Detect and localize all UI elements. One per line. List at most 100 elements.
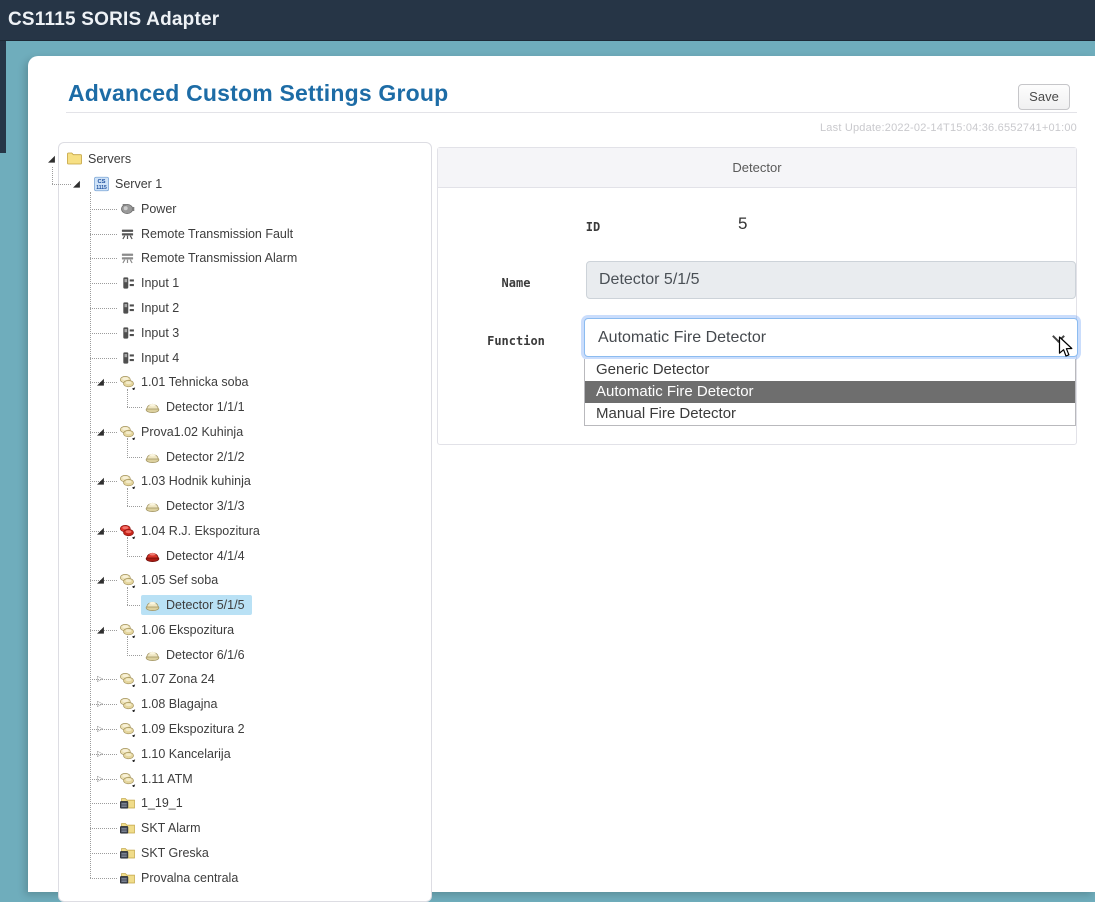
page-title: Advanced Custom Settings Group bbox=[68, 80, 448, 107]
tree-item[interactable]: ◢ Servers bbox=[44, 147, 424, 172]
function-option[interactable]: Manual Fire Detector bbox=[585, 403, 1075, 425]
tree-item[interactable]: Remote Transmission Alarm bbox=[44, 246, 424, 271]
tree-item[interactable]: Detector 2/1/2 bbox=[44, 444, 424, 469]
tree-item[interactable]: 1_19_1 bbox=[44, 791, 424, 816]
tree-connector bbox=[90, 779, 117, 780]
tree-item-label: Prova1.02 Kuhinja bbox=[141, 425, 243, 439]
tree-item-label: Detector 2/1/2 bbox=[166, 450, 245, 464]
tree-item[interactable]: ▷ 1.10 Kancelarija bbox=[44, 741, 424, 766]
tree-node[interactable]: Detector 6/1/6 bbox=[141, 645, 252, 665]
function-dropdown-list: Generic DetectorAutomatic Fire DetectorM… bbox=[584, 359, 1076, 426]
tree-node[interactable]: 1.01 Tehnicka soba bbox=[116, 372, 256, 392]
tree-item-label: Detector 1/1/1 bbox=[166, 400, 245, 414]
tree-item[interactable]: Input 1 bbox=[44, 271, 424, 296]
tree-item[interactable]: ◢ 1.05 Sef soba bbox=[44, 568, 424, 593]
tree-node[interactable]: SKT Greska bbox=[116, 843, 216, 863]
tree-item[interactable]: Detector 1/1/1 bbox=[44, 395, 424, 420]
tree-node[interactable]: 1.06 Ekspozitura bbox=[116, 620, 241, 640]
tree-item[interactable]: Detector 3/1/3 bbox=[44, 494, 424, 519]
tree-item[interactable]: ◢ 1.03 Hodnik kuhinja bbox=[44, 469, 424, 494]
expand-toggle-icon[interactable]: ▷ bbox=[97, 675, 103, 683]
tree-node[interactable]: CS1115Server 1 bbox=[90, 174, 169, 194]
tree-node[interactable]: 1.07 Zona 24 bbox=[116, 669, 222, 689]
tree-node[interactable]: 1.09 Ekspozitura 2 bbox=[116, 719, 252, 739]
collapse-toggle-icon[interactable]: ◢ bbox=[48, 155, 55, 164]
tree-node[interactable]: Input 2 bbox=[116, 298, 186, 318]
tree-node[interactable]: Detector 4/1/4 bbox=[141, 546, 252, 566]
name-input[interactable] bbox=[586, 261, 1076, 299]
tree-item-label: Remote Transmission Fault bbox=[141, 227, 293, 241]
tree-connector bbox=[90, 878, 117, 879]
tree-item-label: 1.09 Ekspozitura 2 bbox=[141, 722, 245, 736]
collapse-toggle-icon[interactable]: ◢ bbox=[97, 526, 104, 535]
tree-node[interactable]: Input 3 bbox=[116, 323, 186, 343]
tree-node[interactable]: Provalna centrala bbox=[116, 868, 245, 888]
function-option[interactable]: Automatic Fire Detector bbox=[585, 381, 1075, 403]
tree-item-label: 1.03 Hodnik kuhinja bbox=[141, 474, 251, 488]
tree-item[interactable]: ▷ 1.11 ATM bbox=[44, 766, 424, 791]
tree-item-label: 1.05 Sef soba bbox=[141, 573, 218, 587]
collapse-toggle-icon[interactable]: ◢ bbox=[97, 378, 104, 387]
expand-toggle-icon[interactable]: ▷ bbox=[97, 700, 103, 708]
tree-node[interactable]: Input 1 bbox=[116, 273, 186, 293]
tree-item[interactable]: ▷ 1.08 Blagajna bbox=[44, 692, 424, 717]
tree-node[interactable]: Remote Transmission Alarm bbox=[116, 248, 304, 268]
tree-connector bbox=[52, 184, 71, 185]
tree-node[interactable]: 1.04 R.J. Ekspozitura bbox=[116, 521, 267, 541]
function-select[interactable]: Automatic Fire Detector bbox=[584, 318, 1078, 357]
tree-item[interactable]: ◢ 1.06 Ekspozitura bbox=[44, 618, 424, 643]
tree-node[interactable]: Detector 1/1/1 bbox=[141, 397, 252, 417]
tree-item[interactable]: Provalna centrala bbox=[44, 865, 424, 890]
tree-item[interactable]: Power bbox=[44, 197, 424, 222]
tree-node[interactable]: Remote Transmission Fault bbox=[116, 224, 300, 244]
expand-toggle-icon[interactable]: ▷ bbox=[97, 750, 103, 758]
save-button[interactable]: Save bbox=[1018, 84, 1070, 110]
tree-node[interactable]: 1.11 ATM bbox=[116, 769, 200, 789]
tree-node[interactable]: 1.08 Blagajna bbox=[116, 694, 224, 714]
tree-node[interactable]: 1.03 Hodnik kuhinja bbox=[116, 471, 258, 491]
tree-item[interactable]: SKT Greska bbox=[44, 840, 424, 865]
collapse-toggle-icon[interactable]: ◢ bbox=[97, 477, 104, 486]
tree-node[interactable]: Power bbox=[116, 199, 183, 219]
tree-node[interactable]: Servers bbox=[63, 149, 138, 169]
detector-icon bbox=[144, 498, 161, 514]
tree-item[interactable]: ▷ 1.09 Ekspozitura 2 bbox=[44, 717, 424, 742]
detector-icon bbox=[144, 597, 161, 613]
tree-connector bbox=[127, 407, 142, 408]
tree-node[interactable]: 1_19_1 bbox=[116, 793, 190, 813]
expand-toggle-icon[interactable]: ▷ bbox=[97, 725, 103, 733]
tree-item[interactable]: ▷ 1.07 Zona 24 bbox=[44, 667, 424, 692]
tree-item[interactable]: Detector 6/1/6 bbox=[44, 642, 424, 667]
tree-item[interactable]: SKT Alarm bbox=[44, 816, 424, 841]
collapse-toggle-icon[interactable]: ◢ bbox=[97, 427, 104, 436]
tree-item[interactable]: Input 3 bbox=[44, 320, 424, 345]
collapse-toggle-icon[interactable]: ◢ bbox=[97, 625, 104, 634]
tree-item[interactable]: ◢ CS1115Server 1 bbox=[44, 172, 424, 197]
zone-icon bbox=[119, 721, 136, 737]
collapse-toggle-icon[interactable]: ◢ bbox=[73, 180, 80, 189]
tree-item[interactable]: Input 2 bbox=[44, 296, 424, 321]
tree-node-selected[interactable]: Detector 5/1/5 bbox=[141, 595, 252, 615]
tree-connector bbox=[90, 283, 117, 284]
tree-node[interactable]: Detector 3/1/3 bbox=[141, 496, 252, 516]
tree-item[interactable]: ◢ 1.04 R.J. Ekspozitura bbox=[44, 518, 424, 543]
folder-device-icon bbox=[119, 870, 136, 886]
tree-item[interactable]: Detector 5/1/5 bbox=[44, 593, 424, 618]
tree-connector bbox=[127, 556, 142, 557]
collapse-toggle-icon[interactable]: ◢ bbox=[97, 576, 104, 585]
tree-item[interactable]: Remote Transmission Fault bbox=[44, 221, 424, 246]
tree-item[interactable]: Input 4 bbox=[44, 345, 424, 370]
tree-node[interactable]: 1.10 Kancelarija bbox=[116, 744, 238, 764]
tree-item[interactable]: Detector 4/1/4 bbox=[44, 543, 424, 568]
tree-node[interactable]: Prova1.02 Kuhinja bbox=[116, 422, 250, 442]
tree-node[interactable]: Input 4 bbox=[116, 348, 186, 368]
tree-node[interactable]: 1.05 Sef soba bbox=[116, 570, 225, 590]
tree-item[interactable]: ◢ 1.01 Tehnicka soba bbox=[44, 370, 424, 395]
tree-item[interactable]: ◢ Prova1.02 Kuhinja bbox=[44, 419, 424, 444]
tree-item-label: 1.06 Ekspozitura bbox=[141, 623, 234, 637]
tree-node[interactable]: Detector 2/1/2 bbox=[141, 447, 252, 467]
function-option[interactable]: Generic Detector bbox=[585, 359, 1075, 381]
detector-icon bbox=[144, 399, 161, 415]
tree-node[interactable]: SKT Alarm bbox=[116, 818, 208, 838]
expand-toggle-icon[interactable]: ▷ bbox=[97, 775, 103, 783]
